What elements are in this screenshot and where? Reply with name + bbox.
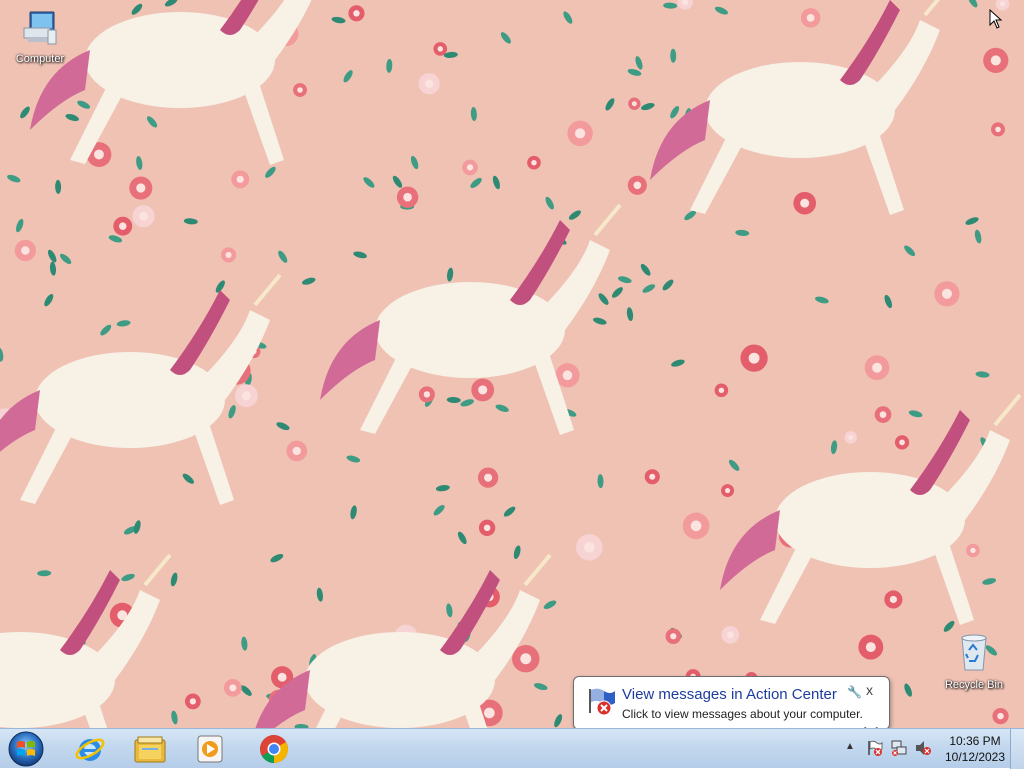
windows-logo-icon xyxy=(8,731,44,767)
clock-time: 10:36 PM xyxy=(949,734,1001,748)
balloon-options-icon[interactable]: 🔧 xyxy=(847,685,862,699)
clock[interactable]: 10:36 PM 10/12/2023 xyxy=(940,733,1010,765)
desktop-icon-recycle-bin[interactable]: Recycle Bin xyxy=(938,630,1010,691)
computer-icon xyxy=(23,11,57,45)
volume-muted-icon[interactable] xyxy=(914,739,932,762)
system-tray: ▲ 10:36 PM 10/12/2023 xyxy=(840,729,1024,769)
desktop-icon-label: Recycle Bin xyxy=(944,679,1004,691)
windows-explorer-icon xyxy=(134,736,166,763)
media-player-icon xyxy=(197,735,223,763)
recycle-bin-icon xyxy=(961,634,987,671)
action-center-balloon[interactable]: View messages in Action Center Click to … xyxy=(573,676,890,730)
network-icon[interactable] xyxy=(890,739,908,762)
taskbar-windows-explorer[interactable] xyxy=(124,731,176,767)
balloon-close-button[interactable]: x xyxy=(866,682,873,698)
taskbar-media-player[interactable] xyxy=(184,731,236,767)
mouse-cursor-icon xyxy=(989,9,1003,29)
action-center-flag-tray-icon[interactable] xyxy=(866,739,884,762)
desktop-icon-label: Computer xyxy=(15,53,65,65)
start-button[interactable] xyxy=(4,729,50,769)
taskbar: ▲ 10:36 PM 10/12/2023 xyxy=(0,728,1024,769)
balloon-title[interactable]: View messages in Action Center xyxy=(622,686,837,703)
taskbar-internet-explorer[interactable] xyxy=(64,731,116,767)
balloon-body[interactable]: Click to view messages about your comput… xyxy=(622,707,863,721)
action-center-flag-icon xyxy=(589,688,615,716)
show-desktop-button[interactable] xyxy=(1010,729,1024,769)
desktop[interactable]: Computer Recycle Bin xyxy=(0,0,1024,728)
internet-explorer-icon xyxy=(75,738,105,761)
show-hidden-icons-button[interactable]: ▲ xyxy=(845,741,855,752)
taskbar-google-chrome[interactable] xyxy=(248,731,300,767)
desktop-icon-computer[interactable]: Computer xyxy=(4,8,76,65)
chrome-icon xyxy=(260,735,288,763)
wallpaper-unicorn-pattern xyxy=(0,0,1024,728)
clock-date: 10/12/2023 xyxy=(944,750,1006,764)
